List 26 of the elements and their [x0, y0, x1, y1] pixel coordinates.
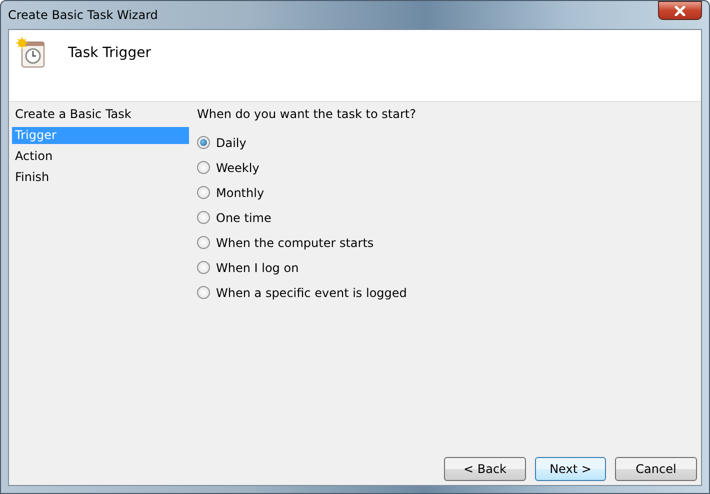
option-label[interactable]: Daily [216, 136, 246, 150]
question-text: When do you want the task to start? [197, 107, 417, 121]
close-button[interactable] [658, 1, 702, 20]
option-label[interactable]: When the computer starts [216, 236, 374, 250]
option-label[interactable]: When I log on [216, 260, 299, 274]
radio-button[interactable] [197, 211, 210, 224]
default-button[interactable]: Next > [535, 457, 606, 481]
step-item[interactable]: Finish [12, 169, 189, 186]
option-label[interactable]: When a specific event is logged [216, 286, 407, 300]
clock-icon [16, 37, 46, 69]
radio-button[interactable] [197, 186, 210, 199]
radio-button[interactable] [197, 136, 210, 149]
dialog-button[interactable]: < Back [444, 457, 526, 481]
close-icon [674, 6, 686, 16]
radio-button[interactable] [197, 286, 210, 299]
radio-button[interactable] [197, 161, 210, 174]
window-title: Create Basic Task Wizard [8, 8, 158, 22]
dialog-button[interactable]: Cancel [615, 457, 697, 481]
option-label[interactable]: Monthly [216, 186, 264, 200]
step-item[interactable]: Action [12, 148, 189, 165]
page-title: Task Trigger [68, 45, 151, 61]
radio-button[interactable] [197, 261, 210, 274]
option-label[interactable]: One time [216, 210, 272, 224]
radio-button[interactable] [197, 236, 210, 249]
option-label[interactable]: Weekly [216, 160, 260, 174]
step-item[interactable]: Create a Basic Task [12, 106, 189, 123]
